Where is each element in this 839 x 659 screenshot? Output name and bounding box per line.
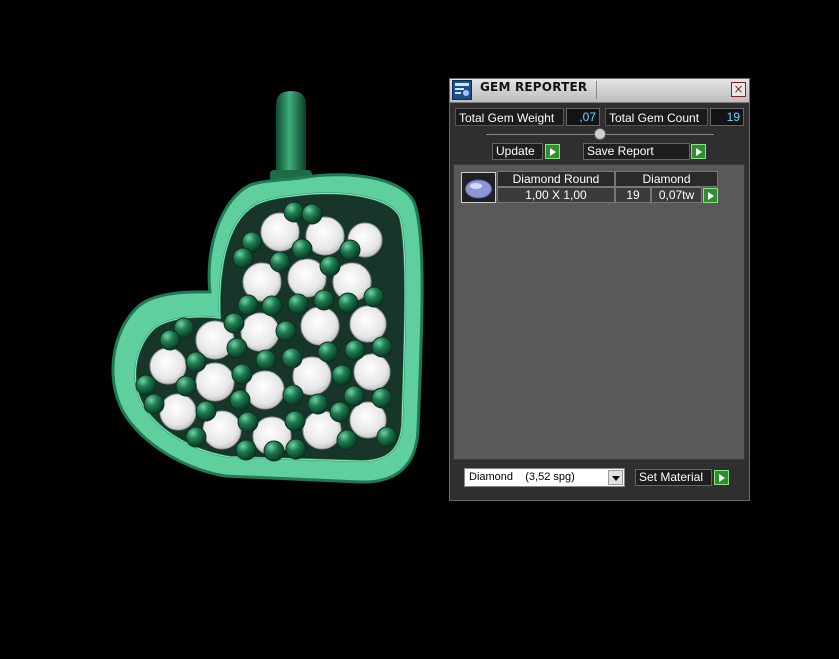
close-button[interactable]: × bbox=[731, 82, 746, 97]
gem-list[interactable]: Diamond Round Diamond 1,00 X 1,00 19 0,0… bbox=[453, 164, 745, 460]
title-separator bbox=[596, 81, 597, 99]
chevron-down-icon[interactable] bbox=[608, 470, 623, 485]
collapse-toggle-knob[interactable] bbox=[594, 128, 606, 140]
total-gem-weight-value: ,07 bbox=[566, 108, 600, 126]
gem-shape-header: Diamond Round bbox=[497, 171, 615, 187]
gem-reporter-panel: GEM REPORTER × Total Gem Weight ,07 Tota… bbox=[449, 78, 750, 501]
gem-weight-cell: 0,07tw bbox=[651, 187, 702, 203]
set-material-button[interactable]: Set Material bbox=[635, 469, 712, 486]
total-gem-count-label: Total Gem Count bbox=[605, 108, 708, 126]
gem-row-select-icon[interactable] bbox=[703, 188, 718, 203]
set-material-play-icon[interactable] bbox=[714, 470, 729, 485]
bail-loop bbox=[276, 91, 306, 178]
panel-title: GEM REPORTER bbox=[480, 80, 588, 94]
gem-size-cell: 1,00 X 1,00 bbox=[497, 187, 615, 203]
update-button[interactable]: Update bbox=[492, 143, 543, 160]
material-select-value: Diamond (3,52 spg) bbox=[469, 471, 575, 483]
gem-reporter-icon bbox=[452, 80, 472, 100]
total-gem-count-value: 19 bbox=[710, 108, 744, 126]
gem-material-header: Diamond bbox=[615, 171, 718, 187]
update-play-icon[interactable] bbox=[545, 144, 560, 159]
gem-count-cell: 19 bbox=[615, 187, 651, 203]
save-report-button[interactable]: Save Report bbox=[583, 143, 690, 160]
total-gem-weight-label: Total Gem Weight bbox=[455, 108, 564, 126]
material-select[interactable]: Diamond (3,52 spg) bbox=[464, 468, 625, 487]
save-report-play-icon[interactable] bbox=[691, 144, 706, 159]
panel-titlebar[interactable]: GEM REPORTER × bbox=[450, 79, 749, 103]
gem-thumbnail[interactable] bbox=[461, 172, 496, 203]
